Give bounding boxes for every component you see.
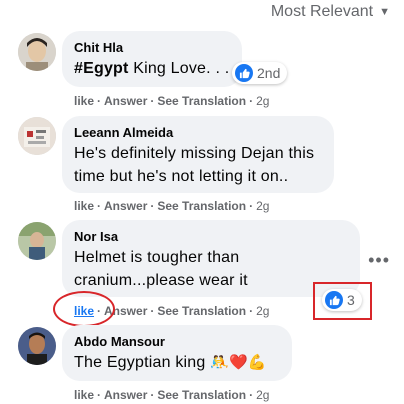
comment-bubble: Chit Hla #Egypt King Love. . . (62, 31, 242, 87)
reaction-count-text: 2nd (257, 65, 281, 81)
comment-author[interactable]: Leeann Almeida (74, 124, 322, 142)
avatar[interactable] (18, 222, 56, 260)
answer-link[interactable]: Answer (104, 94, 147, 108)
comment-actions: like · Answer · See Translation · 2g (74, 388, 270, 402)
like-link[interactable]: like (74, 94, 94, 108)
answer-link[interactable]: Answer (104, 199, 147, 213)
thumbs-up-icon (235, 64, 253, 82)
timestamp[interactable]: 2g (256, 94, 269, 108)
see-translation-link[interactable]: See Translation (157, 304, 246, 318)
hashtag-link[interactable]: #Egypt (74, 60, 129, 77)
timestamp[interactable]: 2g (256, 388, 269, 402)
see-translation-link[interactable]: See Translation (157, 388, 246, 402)
avatar[interactable] (18, 33, 56, 71)
more-options-icon[interactable]: ••• (368, 250, 390, 271)
comment-actions: like · Answer · See Translation · 2g (74, 199, 270, 213)
comment-text-line: time but he's not letting it on.. (74, 168, 289, 185)
highlight-circle (53, 291, 115, 327)
caret-down-icon: ▼ (379, 6, 390, 18)
see-translation-link[interactable]: See Translation (157, 94, 246, 108)
comment-text: #Egypt King Love. . . (74, 60, 230, 77)
reaction-count[interactable]: 2nd (232, 62, 288, 84)
comment-text: The Egyptian king 🤼❤️💪 (74, 354, 267, 371)
avatar[interactable] (18, 117, 56, 155)
comment-author[interactable]: Abdo Mansour (74, 333, 280, 351)
comment-text-line: He's definitely missing Dejan this (74, 145, 315, 162)
comment-text-line: Helmet is tougher than (74, 249, 240, 266)
highlight-box (313, 282, 372, 320)
like-link[interactable]: like (74, 388, 94, 402)
see-translation-link[interactable]: See Translation (157, 199, 246, 213)
comment-actions: like · Answer · See Translation · 2g (74, 94, 270, 108)
comment-text-line: cranium...please wear it (74, 272, 248, 289)
comment-author[interactable]: Chit Hla (74, 39, 230, 57)
emoji-group: 🤼❤️💪 (210, 354, 267, 371)
answer-link[interactable]: Answer (104, 388, 147, 402)
timestamp[interactable]: 2g (256, 199, 269, 213)
sort-dropdown[interactable]: Most Relevant ▼ (271, 3, 390, 21)
timestamp[interactable]: 2g (256, 304, 269, 318)
comment-author[interactable]: Nor Isa (74, 228, 348, 246)
comment-bubble: Abdo Mansour The Egyptian king 🤼❤️💪 (62, 325, 292, 381)
sort-label: Most Relevant (270, 3, 374, 20)
avatar[interactable] (18, 327, 56, 365)
comment-bubble: Leeann Almeida He's definitely missing D… (62, 116, 334, 193)
like-link[interactable]: like (74, 199, 94, 213)
